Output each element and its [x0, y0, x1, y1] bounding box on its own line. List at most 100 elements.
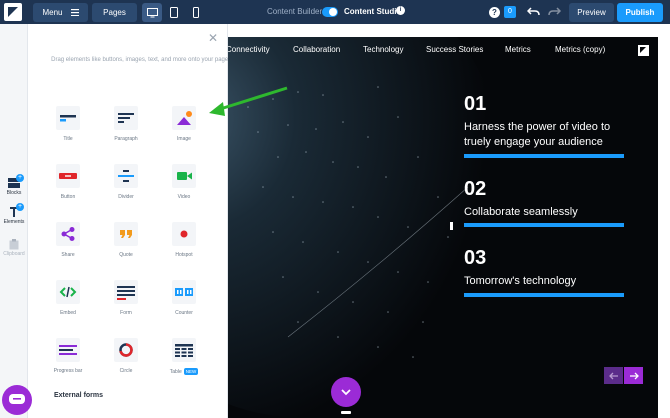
preview-button[interactable]: Preview	[569, 3, 614, 22]
step-number: 03	[464, 247, 487, 269]
rail-item-clipboard[interactable]: Clipboard	[0, 239, 28, 257]
video-camera-icon	[172, 164, 196, 188]
chat-count-badge[interactable]: 0	[504, 6, 516, 18]
pages-button[interactable]: Pages	[92, 3, 137, 22]
tablet-view-button[interactable]	[164, 3, 184, 22]
mobile-icon	[193, 7, 199, 18]
element-tile-divider[interactable]: Divider	[103, 164, 149, 200]
element-tile-progress-bar[interactable]: Progress bar	[45, 338, 91, 374]
step-number: 01	[464, 93, 487, 115]
step-underline	[464, 154, 624, 158]
menu-button[interactable]: Menu	[33, 3, 88, 22]
counter-icon	[172, 280, 196, 304]
element-tile-button[interactable]: Button	[45, 164, 91, 200]
step-number: 02	[464, 178, 487, 200]
element-tile-quote[interactable]: Quote	[103, 222, 149, 258]
tile-label: Embed	[60, 310, 76, 316]
add-section-button[interactable]	[331, 377, 361, 407]
site-nav: Connectivity Collaboration Technology Su…	[228, 45, 658, 59]
paragraph-icon	[114, 106, 138, 130]
support-chat-button[interactable]	[2, 385, 32, 415]
tile-label: Title	[63, 136, 73, 142]
step-item[interactable]: 03 Tomorrow's technology	[464, 248, 624, 297]
chat-icon	[9, 394, 25, 404]
step-item[interactable]: 01 Harness the power of video to truely …	[464, 94, 624, 158]
tile-label: Hotspot	[175, 252, 193, 258]
element-tile-paragraph[interactable]: Paragraph	[103, 106, 149, 142]
app-logo-icon[interactable]	[4, 3, 22, 21]
title-icon	[56, 106, 80, 130]
element-tile-circle[interactable]: Circle	[103, 338, 149, 374]
hotspot-icon	[172, 222, 196, 246]
rail-item-blocks[interactable]: + Blocks	[0, 174, 28, 196]
tile-label: Share	[61, 252, 75, 258]
tile-label: Image	[177, 136, 191, 142]
publish-button[interactable]: Publish	[617, 3, 663, 22]
tile-label: Button	[60, 194, 76, 200]
circle-icon	[114, 338, 138, 362]
element-tile-hotspot[interactable]: Hotspot	[161, 222, 207, 258]
arrow-right-icon	[629, 372, 639, 379]
tile-label: Counter	[175, 310, 193, 316]
external-forms-heading: External forms	[54, 392, 104, 399]
tile-label: Circle	[119, 368, 133, 374]
plus-icon: +	[16, 174, 24, 182]
content-builder-label[interactable]: Content Builder	[267, 7, 322, 16]
form-icon	[114, 280, 138, 304]
content-studio-label[interactable]: Content Studio	[344, 7, 401, 16]
undo-icon[interactable]	[527, 6, 540, 17]
element-tile-title[interactable]: Title	[45, 106, 91, 142]
desktop-icon	[146, 7, 158, 17]
element-tile-embed[interactable]: Embed	[45, 280, 91, 316]
left-rail: + Blocks + Elements Clipboard	[0, 24, 28, 418]
site-logo-icon[interactable]	[638, 45, 649, 56]
top-bar: Menu Pages Content Builder Content Studi…	[0, 0, 670, 24]
step-item[interactable]: 02 Collaborate seamlessly	[464, 179, 624, 227]
element-tile-table[interactable]: Table NEW	[161, 338, 207, 375]
builder-mode-toggle[interactable]	[322, 7, 338, 17]
divider-icon	[114, 164, 138, 188]
quote-icon	[114, 222, 138, 246]
blocks-icon: +	[8, 174, 24, 188]
element-tile-share[interactable]: Share	[45, 222, 91, 258]
pages-label: Pages	[103, 8, 126, 17]
nav-item-metrics-copy[interactable]: Metrics (copy)	[555, 45, 605, 54]
info-icon[interactable]: i	[396, 6, 405, 15]
rail-blocks-label: Blocks	[6, 190, 22, 196]
image-icon	[172, 106, 196, 130]
help-icon[interactable]: ?	[489, 7, 500, 18]
desktop-view-button[interactable]	[142, 3, 162, 22]
rail-item-elements[interactable]: + Elements	[0, 203, 28, 225]
share-icon	[56, 222, 80, 246]
step-text: Tomorrow's technology	[464, 275, 577, 287]
nav-item-collaboration[interactable]: Collaboration	[293, 45, 340, 54]
tile-label: Progress bar	[53, 368, 83, 374]
rail-elements-label: Elements	[3, 219, 25, 225]
drag-handle[interactable]	[341, 411, 351, 414]
annotation-arrow-icon	[209, 86, 288, 116]
progress-bar-icon	[56, 338, 80, 362]
hamburger-icon	[70, 9, 79, 16]
slider-prev-button[interactable]	[604, 367, 623, 384]
step-text: Harness the power of video to truely eng…	[464, 121, 611, 148]
nav-item-success-stories[interactable]: Success Stories	[426, 45, 483, 54]
element-tile-video[interactable]: Video	[161, 164, 207, 200]
panel-hint: Drag elements like buttons, images, text…	[51, 57, 230, 63]
redo-icon[interactable]	[548, 6, 561, 17]
arrow-left-icon	[608, 372, 618, 379]
step-underline	[464, 293, 624, 297]
tile-label: Divider	[118, 194, 134, 200]
element-tile-counter[interactable]: Counter	[161, 280, 207, 316]
elements-icon: +	[8, 203, 24, 217]
step-underline	[464, 223, 624, 227]
close-panel-icon[interactable]: ✕	[208, 32, 218, 44]
tile-label: Quote	[119, 252, 133, 258]
tile-label: Video	[177, 194, 191, 200]
nav-item-technology[interactable]: Technology	[363, 45, 403, 54]
element-tile-form[interactable]: Form	[103, 280, 149, 316]
tile-label: Form	[120, 310, 132, 316]
slider-next-button[interactable]	[624, 367, 643, 384]
nav-item-metrics[interactable]: Metrics	[505, 45, 531, 54]
nav-item-connectivity[interactable]: Connectivity	[228, 45, 270, 54]
mobile-view-button[interactable]	[186, 3, 206, 22]
